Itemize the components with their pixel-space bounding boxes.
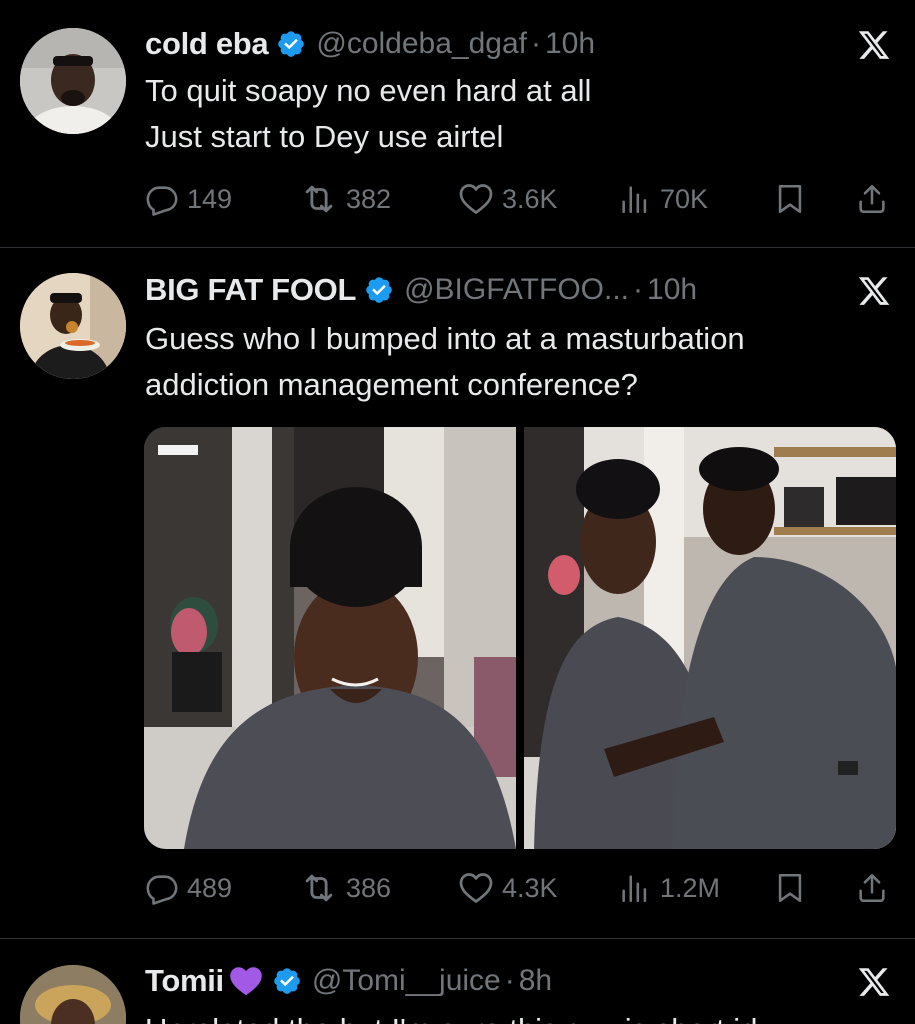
photo-woman-salon[interactable] [144, 427, 516, 849]
repost-button[interactable]: 386 [300, 868, 391, 908]
timestamp[interactable]: 10h [647, 273, 697, 307]
user-handle[interactable]: @BIGFATFOO... [404, 273, 629, 307]
repost-icon [300, 180, 338, 218]
share-icon [855, 871, 889, 905]
bookmark-icon [773, 182, 807, 216]
media-grid[interactable] [144, 427, 896, 849]
like-count: 3.6K [502, 183, 558, 214]
views-icon [618, 182, 652, 216]
like-button[interactable]: 3.6K [458, 179, 558, 219]
display-name[interactable]: Tomii [145, 963, 224, 999]
reply-icon [145, 871, 179, 905]
purple-heart-emoji-icon [230, 967, 262, 996]
views-count: 70K [660, 183, 709, 214]
x-logo-icon[interactable] [857, 28, 891, 62]
share-button[interactable] [855, 179, 897, 219]
reply-count: 489 [187, 872, 233, 903]
repost-button[interactable]: 382 [300, 179, 391, 219]
photo-couple-salon[interactable] [524, 427, 896, 849]
like-button[interactable]: 4.3K [458, 868, 558, 908]
tweet-1[interactable]: cold eba @coldeba_dgaf · 10h To quit soa… [0, 0, 915, 247]
avatar[interactable] [20, 965, 126, 1024]
tweet-text: Guess who I bumped into at a masturbatio… [145, 316, 745, 408]
tweet-text-line: Guess who I bumped into at a masturbatio… [145, 321, 745, 356]
reply-button[interactable]: 489 [145, 868, 232, 908]
action-bar: 149 382 3.6K 70K [145, 179, 895, 219]
verified-badge-icon [276, 29, 306, 59]
tweet-text-line: To quit soapy no even hard at all [145, 73, 592, 108]
tweet-text-line: Unrelated tho but I'm sure this guy is s… [145, 1007, 757, 1024]
tweet-text-line: addiction management conference? [145, 367, 638, 402]
views-button[interactable]: 70K [618, 179, 708, 219]
timestamp[interactable]: 10h [545, 27, 595, 61]
tweet-text: Unrelated tho but I'm sure this guy is s… [145, 1007, 757, 1024]
separator-dot: · [530, 27, 541, 60]
photo-gutter [516, 427, 524, 849]
reply-button[interactable]: 149 [145, 179, 232, 219]
avatar[interactable] [20, 28, 126, 134]
heart-icon [458, 870, 494, 906]
timestamp[interactable]: 8h [519, 964, 552, 998]
like-count: 4.3K [502, 872, 558, 903]
views-count: 1.2M [660, 872, 721, 903]
reply-count: 149 [187, 183, 233, 214]
user-handle[interactable]: @coldeba_dgaf [316, 27, 527, 61]
user-handle[interactable]: @Tomi__juice [312, 964, 501, 998]
tweet-text: To quit soapy no even hard at all Just s… [145, 68, 591, 160]
views-button[interactable]: 1.2M [618, 868, 720, 908]
display-name[interactable]: BIG FAT FOOL [145, 272, 356, 308]
tweet-header: cold eba @coldeba_dgaf · 10h [145, 22, 595, 66]
tweet-2[interactable]: BIG FAT FOOL @BIGFATFOO... · 10h Guess w… [0, 248, 915, 938]
bookmark-button[interactable] [773, 868, 815, 908]
bookmark-icon [773, 871, 807, 905]
tweet-text-line: Just start to Dey use airtel [145, 119, 504, 154]
repost-count: 386 [346, 872, 392, 903]
x-logo-icon[interactable] [857, 274, 891, 308]
separator-dot: · [504, 964, 515, 997]
tweet-3[interactable]: Tomii @Tomi__juice · 8h Unrelated tho bu… [0, 939, 915, 1024]
separator-dot: · [633, 273, 644, 306]
tweet-header: Tomii @Tomi__juice · 8h [145, 959, 552, 1003]
reply-icon [145, 182, 179, 216]
display-name[interactable]: cold eba [145, 26, 269, 62]
repost-icon [300, 869, 338, 907]
verified-badge-icon [364, 275, 394, 305]
action-bar: 489 386 4.3K 1.2M [145, 868, 895, 908]
tweet-header: BIG FAT FOOL @BIGFATFOO... · 10h [145, 268, 697, 312]
avatar[interactable] [20, 273, 126, 379]
heart-icon [458, 181, 494, 217]
views-icon [618, 871, 652, 905]
bookmark-button[interactable] [773, 179, 815, 219]
share-button[interactable] [855, 868, 897, 908]
repost-count: 382 [346, 183, 392, 214]
x-logo-icon[interactable] [857, 965, 891, 999]
share-icon [855, 182, 889, 216]
verified-badge-icon [272, 966, 302, 996]
